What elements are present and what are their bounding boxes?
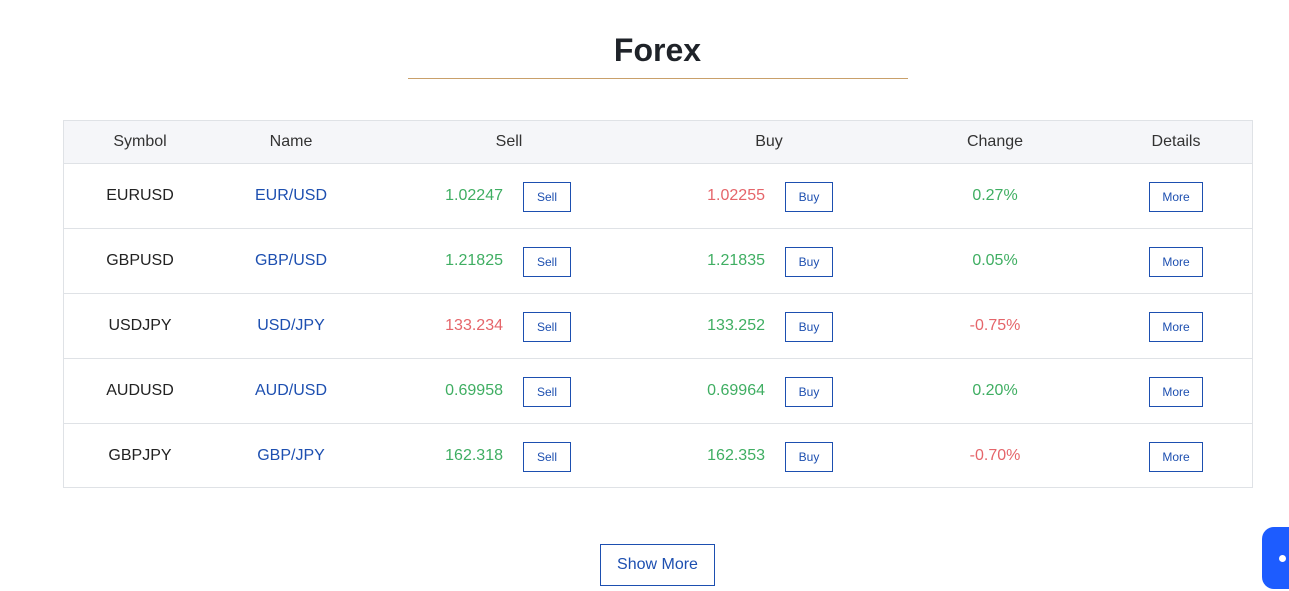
chat-widget-button[interactable] [1262, 527, 1289, 589]
table-row: EURUSD EUR/USD 1.02247 Sell 1.02255 Buy … [64, 163, 1252, 228]
sell-button[interactable]: Sell [523, 312, 571, 342]
buy-button[interactable]: Buy [785, 247, 833, 277]
buy-button[interactable]: Buy [785, 182, 833, 212]
table-row: GBPJPY GBP/JPY 162.318 Sell 162.353 Buy … [64, 423, 1252, 488]
more-button[interactable]: More [1149, 377, 1203, 407]
header-sell: Sell [495, 133, 523, 150]
buy-price: 0.69964 [707, 382, 765, 399]
header-details: Details [1151, 133, 1201, 150]
header-buy: Buy [755, 133, 783, 150]
symbol-cell: AUDUSD [106, 382, 174, 399]
symbol-cell: USDJPY [108, 317, 172, 334]
table-header-row: Symbol Name Sell Buy Change Details [64, 121, 1252, 163]
more-button[interactable]: More [1149, 247, 1203, 277]
change-value: 0.05% [972, 252, 1018, 269]
header-change: Change [966, 133, 1024, 150]
sell-price: 162.318 [445, 447, 503, 464]
name-link[interactable]: USD/JPY [216, 294, 366, 358]
sell-price: 1.21825 [445, 252, 503, 269]
name-link[interactable]: GBP/USD [216, 229, 366, 293]
buy-button[interactable]: Buy [785, 442, 833, 472]
buy-button[interactable]: Buy [785, 377, 833, 407]
buy-price: 1.21835 [707, 252, 765, 269]
symbol-cell: EURUSD [106, 187, 174, 204]
table-row: GBPUSD GBP/USD 1.21825 Sell 1.21835 Buy … [64, 228, 1252, 293]
change-value: -0.70% [969, 447, 1021, 464]
symbol-cell: GBPJPY [108, 447, 172, 464]
change-value: -0.75% [969, 317, 1021, 334]
buy-price: 162.353 [707, 447, 765, 464]
sell-price: 1.02247 [445, 187, 503, 204]
symbol-cell: GBPUSD [106, 252, 174, 269]
table-row: AUDUSD AUD/USD 0.69958 Sell 0.69964 Buy … [64, 358, 1252, 423]
chat-icon [1279, 555, 1286, 562]
change-value: 0.20% [972, 382, 1018, 399]
change-value: 0.27% [972, 187, 1018, 204]
buy-button[interactable]: Buy [785, 312, 833, 342]
title-underline [408, 78, 908, 79]
name-link[interactable]: EUR/USD [216, 164, 366, 228]
sell-button[interactable]: Sell [523, 377, 571, 407]
header-symbol: Symbol [113, 133, 167, 150]
name-link[interactable]: GBP/JPY [216, 424, 366, 488]
sell-button[interactable]: Sell [523, 442, 571, 472]
buy-price: 1.02255 [707, 187, 765, 204]
sell-button[interactable]: Sell [523, 247, 571, 277]
table-row: USDJPY USD/JPY 133.234 Sell 133.252 Buy … [64, 293, 1252, 358]
sell-price: 0.69958 [445, 382, 503, 399]
more-button[interactable]: More [1149, 182, 1203, 212]
buy-price: 133.252 [707, 317, 765, 334]
page-title: Forex [613, 32, 702, 68]
more-button[interactable]: More [1149, 312, 1203, 342]
sell-price: 133.234 [445, 317, 503, 334]
header-name: Name [269, 133, 313, 150]
show-more-button[interactable]: Show More [600, 544, 715, 586]
more-button[interactable]: More [1149, 442, 1203, 472]
name-link[interactable]: AUD/USD [216, 359, 366, 423]
forex-table: Symbol Name Sell Buy Change Details EURU… [63, 120, 1253, 488]
sell-button[interactable]: Sell [523, 182, 571, 212]
